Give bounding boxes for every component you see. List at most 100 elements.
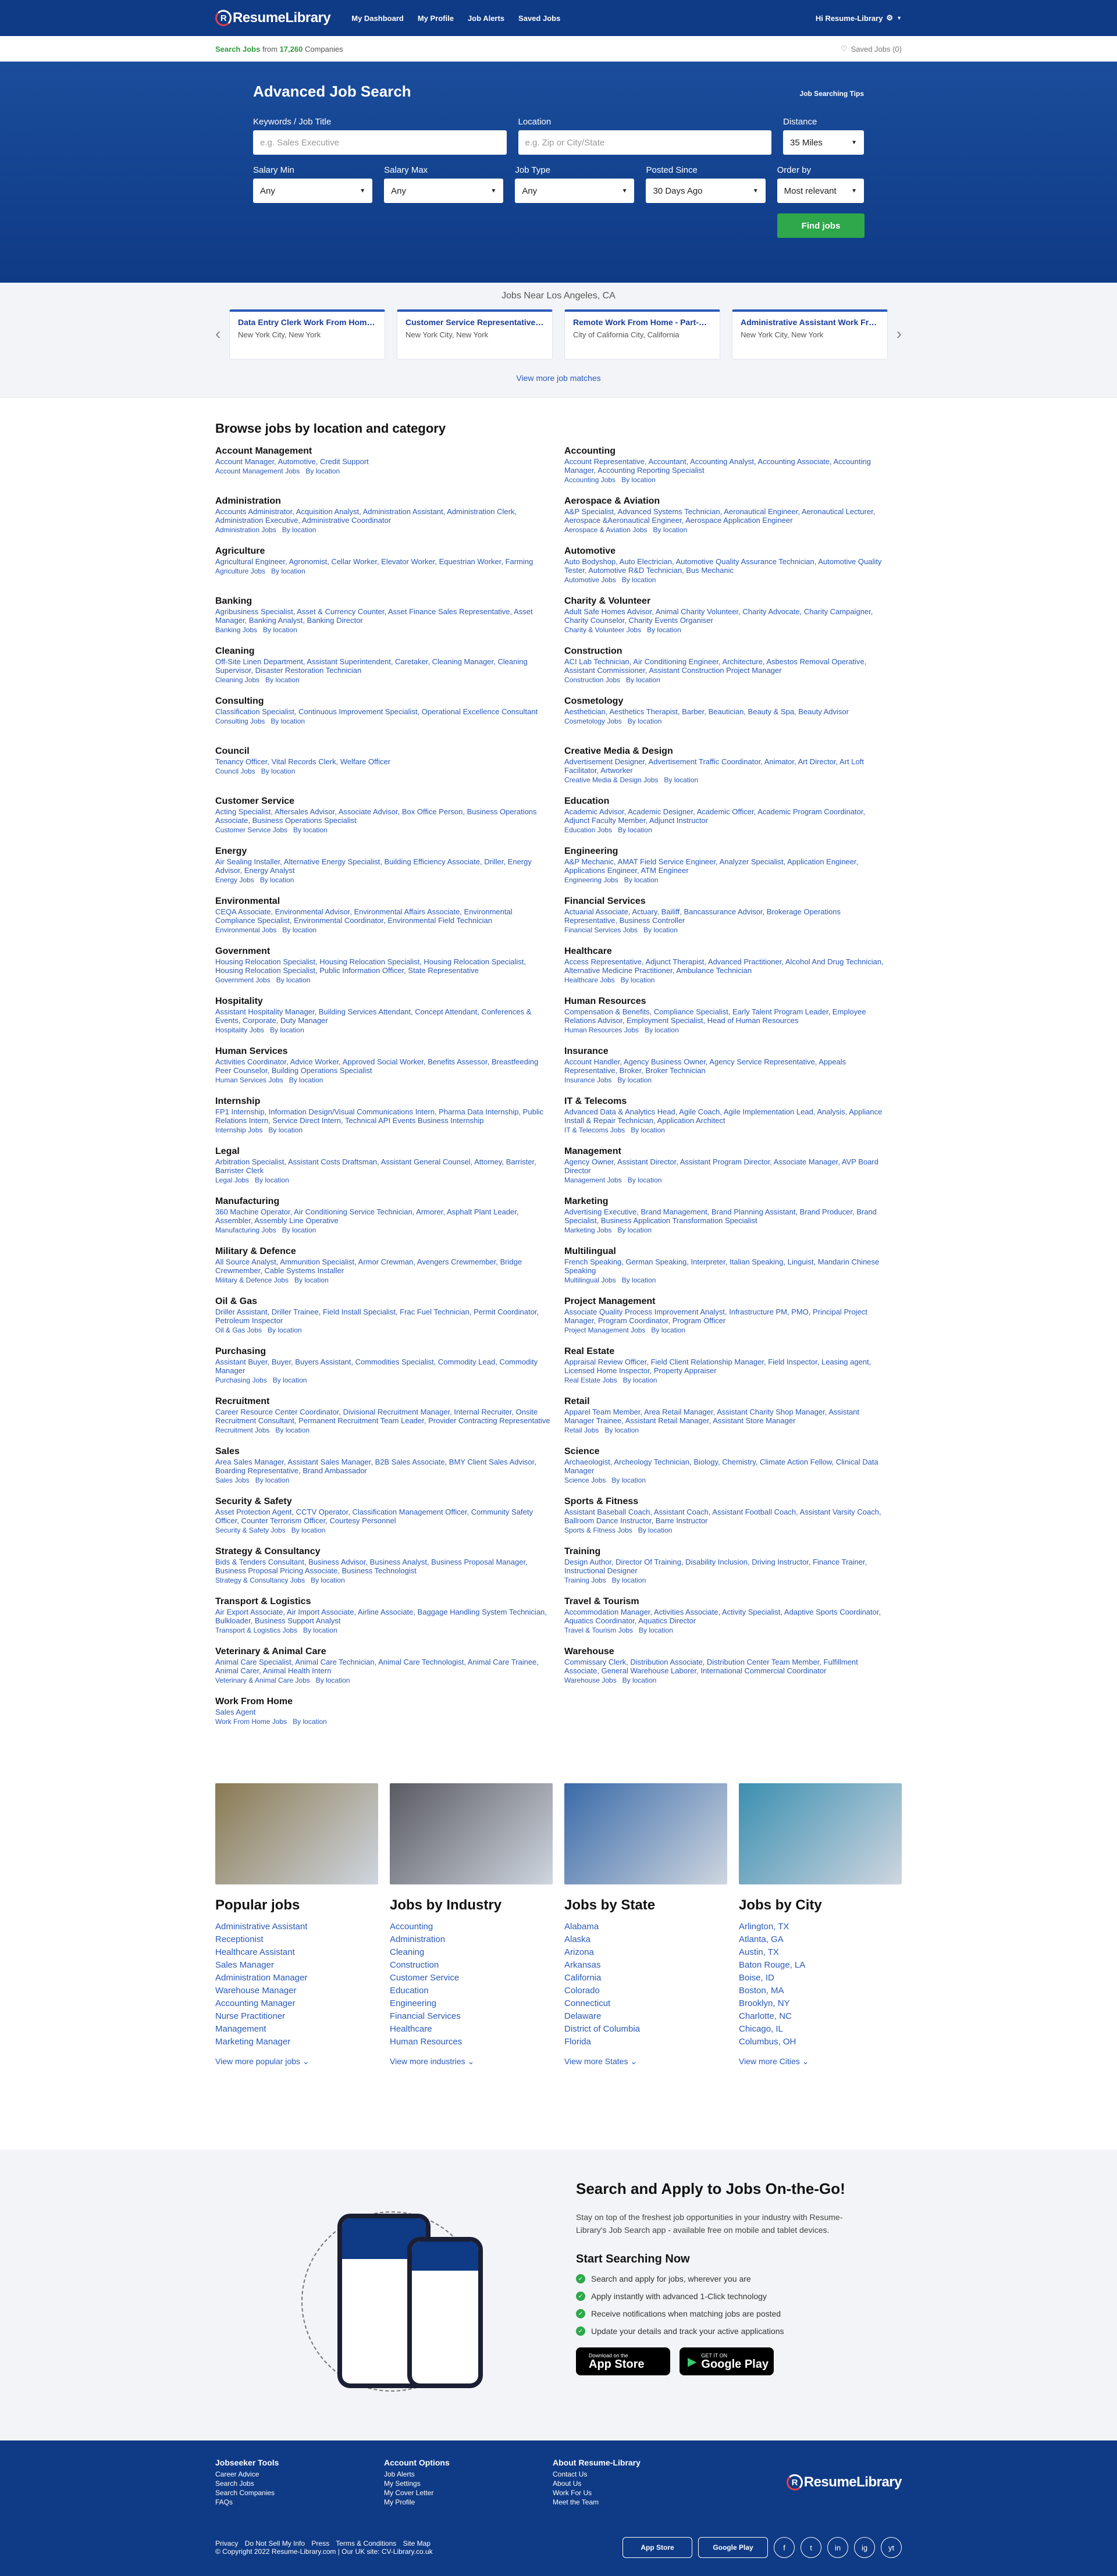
category-jobs-link[interactable]: Project Management Jobs [564, 1326, 645, 1334]
category-name[interactable]: Warehouse [564, 1646, 888, 1658]
category-name[interactable]: Administration [215, 496, 550, 507]
category-jobs-link[interactable]: Aerospace & Aviation Jobs [564, 526, 648, 534]
category-name[interactable]: Automotive [564, 546, 888, 557]
category-name[interactable]: Creative Media & Design [564, 746, 888, 757]
category-name[interactable]: Customer Service [215, 796, 550, 807]
link-item[interactable]: Administration [390, 1933, 553, 1946]
link-item[interactable]: Sales Manager [215, 1959, 378, 1972]
by-location-link[interactable]: By location [612, 1576, 646, 1584]
by-location-link[interactable]: By location [622, 1676, 657, 1684]
category-roles[interactable]: Assistant Baseball Coach, Assistant Coac… [564, 1508, 888, 1525]
category-roles[interactable]: Commissary Clerk, Distribution Associate… [564, 1658, 888, 1675]
link-item[interactable]: Alabama [564, 1921, 727, 1933]
footer-link[interactable]: Career Advice [215, 2470, 384, 2479]
category-name[interactable]: Travel & Tourism [564, 1596, 888, 1608]
by-location-link[interactable]: By location [647, 626, 681, 634]
by-location-link[interactable]: By location [265, 676, 300, 684]
category-roles[interactable]: FP1 Internship, Information Design/Visua… [215, 1107, 550, 1125]
by-location-link[interactable]: By location [291, 1526, 326, 1534]
category-jobs-link[interactable]: Transport & Logistics Jobs [215, 1626, 297, 1634]
category-roles[interactable]: Design Author, Director Of Training, Dis… [564, 1558, 888, 1575]
category-jobs-link[interactable]: Banking Jobs [215, 626, 257, 634]
facebook-icon[interactable]: f [774, 2537, 795, 2558]
category-jobs-link[interactable]: Manufacturing Jobs [215, 1226, 276, 1234]
category-jobs-link[interactable]: Warehouse Jobs [564, 1676, 617, 1684]
category-roles[interactable]: Appraisal Review Officer, Field Client R… [564, 1358, 888, 1375]
link-item[interactable]: Nurse Practitioner [215, 2010, 378, 2023]
category-name[interactable]: Sports & Fitness [564, 1496, 888, 1508]
category-jobs-link[interactable]: Financial Services Jobs [564, 926, 638, 934]
link-item[interactable]: Administrative Assistant [215, 1921, 378, 1933]
by-location-link[interactable]: By location [622, 576, 656, 584]
category-name[interactable]: Retail [564, 1396, 888, 1408]
category-roles[interactable]: Driller Assistant, Driller Trainee, Fiel… [215, 1307, 550, 1325]
category-roles[interactable]: Accommodation Manager, Activities Associ… [564, 1608, 888, 1625]
link-item[interactable]: Customer Service [390, 1972, 553, 1984]
category-roles[interactable]: Aesthetician, Aesthetics Therapist, Barb… [564, 707, 888, 716]
category-roles[interactable]: Assistant Buyer, Buyer, Buyers Assistant… [215, 1358, 550, 1375]
footer-google-play-badge[interactable]: Google Play [698, 2537, 768, 2558]
by-location-link[interactable]: By location [617, 1076, 652, 1084]
category-jobs-link[interactable]: Real Estate Jobs [564, 1376, 617, 1384]
by-location-link[interactable]: By location [271, 567, 305, 575]
link-item[interactable]: Management [215, 2023, 378, 2036]
category-name[interactable]: Strategy & Consultancy [215, 1546, 550, 1558]
category-roles[interactable]: Account Manager, Automotive, Credit Supp… [215, 457, 550, 466]
by-location-link[interactable]: By location [255, 1176, 289, 1184]
job-card[interactable]: Data Entry Clerk Work From Home - ... Ne… [229, 309, 385, 359]
category-roles[interactable]: Agricultural Engineer, Agronomist, Cella… [215, 557, 550, 566]
category-name[interactable]: Real Estate [564, 1346, 888, 1358]
link-item[interactable]: Accounting Manager [215, 1997, 378, 2010]
footer-link[interactable]: Work For Us [553, 2488, 721, 2497]
category-jobs-link[interactable]: Veterinary & Animal Care Jobs [215, 1676, 310, 1684]
view-more-link[interactable]: View more States ⌄ [564, 2057, 727, 2066]
link-item[interactable]: District of Columbia [564, 2023, 727, 2036]
link-item[interactable]: Cleaning [390, 1946, 553, 1959]
by-location-link[interactable]: By location [303, 1626, 337, 1634]
category-name[interactable]: Internship [215, 1096, 550, 1107]
salary-min-select[interactable]: Any ▼ [253, 179, 373, 203]
category-roles[interactable]: Advertising Executive, Brand Management,… [564, 1207, 888, 1225]
footer-logo[interactable]: R ResumeLibrary [786, 2458, 902, 2507]
by-location-link[interactable]: By location [623, 1376, 657, 1384]
category-roles[interactable]: Assistant Hospitality Manager, Building … [215, 1007, 550, 1025]
category-roles[interactable]: Actuarial Associate, Actuary, Bailiff, B… [564, 907, 888, 925]
category-jobs-link[interactable]: Customer Service Jobs [215, 826, 287, 834]
category-roles[interactable]: Acting Specialist, Aftersales Advisor, A… [215, 807, 550, 825]
category-roles[interactable]: Adult Safe Homes Advisor, Animal Charity… [564, 607, 888, 625]
nav-my-dashboard[interactable]: My Dashboard [351, 14, 404, 23]
terms-link[interactable]: Terms & Conditions [336, 2539, 396, 2548]
link-item[interactable]: Arizona [564, 1946, 727, 1959]
category-roles[interactable]: Career Resource Center Coordinator, Divi… [215, 1408, 550, 1425]
category-roles[interactable]: Academic Advisor, Academic Designer, Aca… [564, 807, 888, 825]
category-roles[interactable]: Access Representative, Adjunct Therapist… [564, 957, 888, 975]
by-location-link[interactable]: By location [271, 717, 305, 725]
category-name[interactable]: Transport & Logistics [215, 1596, 550, 1608]
privacy-link[interactable]: Privacy [215, 2539, 238, 2548]
category-roles[interactable]: A&P Specialist, Advanced Systems Technic… [564, 507, 888, 525]
category-jobs-link[interactable]: Government Jobs [215, 976, 271, 984]
category-jobs-link[interactable]: Military & Defence Jobs [215, 1276, 289, 1284]
link-item[interactable]: California [564, 1972, 727, 1984]
user-menu[interactable]: Hi Resume-Library ⚙ ▼ [816, 13, 902, 23]
link-item[interactable]: Receptionist [215, 1933, 378, 1946]
category-jobs-link[interactable]: Creative Media & Design Jobs [564, 776, 658, 784]
category-jobs-link[interactable]: Charity & Volunteer Jobs [564, 626, 641, 634]
category-roles[interactable]: Advanced Data & Analytics Head, Agile Co… [564, 1107, 888, 1125]
link-item[interactable]: Healthcare Assistant [215, 1946, 378, 1959]
category-name[interactable]: Construction [564, 646, 888, 657]
footer-link[interactable]: Job Alerts [384, 2470, 553, 2479]
category-roles[interactable]: Classification Specialist, Continuous Im… [215, 707, 550, 716]
category-jobs-link[interactable]: Travel & Tourism Jobs [564, 1626, 633, 1634]
footer-link[interactable]: My Settings [384, 2479, 553, 2488]
by-location-link[interactable]: By location [617, 1226, 652, 1234]
category-roles[interactable]: Activities Coordinator, Advice Worker, A… [215, 1057, 550, 1075]
category-name[interactable]: Military & Defence [215, 1246, 550, 1257]
category-name[interactable]: Cleaning [215, 646, 550, 657]
by-location-link[interactable]: By location [618, 826, 652, 834]
category-roles[interactable]: Off-Site Linen Department, Assistant Sup… [215, 657, 550, 675]
link-item[interactable]: Boston, MA [739, 1984, 902, 1997]
by-location-link[interactable]: By location [282, 1226, 316, 1234]
category-name[interactable]: Account Management [215, 446, 550, 457]
category-name[interactable]: Veterinary & Animal Care [215, 1646, 550, 1658]
